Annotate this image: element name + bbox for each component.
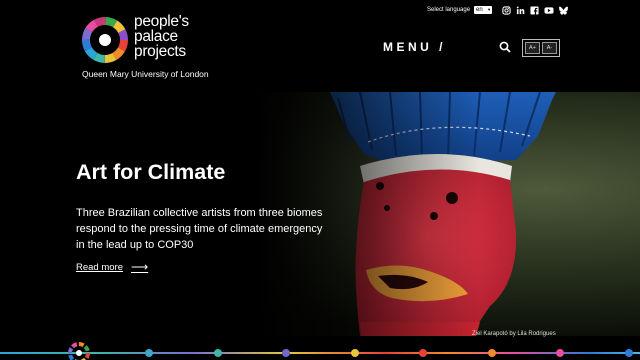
- slider-track: [0, 352, 640, 354]
- font-increase-button[interactable]: A+: [525, 42, 540, 54]
- slider-dot[interactable]: [351, 349, 359, 357]
- language-value: en: [476, 7, 483, 13]
- image-caption: Ziel Karapotó by Lila Rodrigues: [472, 331, 556, 337]
- arrow-right-icon: ⟶: [131, 260, 149, 274]
- font-size-controls: A+ A-: [522, 39, 560, 57]
- read-more-label: Read more: [76, 261, 123, 273]
- logo-ring-icon: [82, 17, 128, 63]
- logo-line-3: projects: [134, 43, 186, 60]
- menu-button[interactable]: MENU /: [383, 40, 446, 54]
- slider-dot[interactable]: [282, 349, 290, 357]
- slider-nav: [0, 340, 640, 360]
- read-more-link[interactable]: Read more ⟶: [76, 260, 148, 274]
- linkedin-icon[interactable]: [516, 6, 525, 15]
- logo-subtitle: Queen Mary University of London: [82, 69, 209, 79]
- site-header: people's palace projects Queen Mary Univ…: [0, 0, 640, 92]
- utility-bar: Select language en ▼: [427, 4, 568, 16]
- slider-dot[interactable]: [556, 349, 564, 357]
- instagram-icon[interactable]: [502, 5, 511, 15]
- slider-logo-icon[interactable]: [68, 342, 90, 360]
- language-select[interactable]: en ▼: [474, 6, 493, 14]
- search-icon[interactable]: [499, 41, 511, 53]
- chevron-down-icon: ▼: [487, 7, 492, 12]
- hero-title: Art for Climate: [76, 160, 226, 184]
- slider-dot[interactable]: [625, 349, 633, 357]
- logo-wordmark: people's palace projects: [134, 13, 189, 60]
- font-decrease-button[interactable]: A-: [542, 42, 557, 54]
- slider-dot[interactable]: [419, 349, 427, 357]
- site-logo[interactable]: people's palace projects Queen Mary Univ…: [80, 14, 210, 82]
- slider-dot[interactable]: [145, 349, 153, 357]
- language-label: Select language: [427, 7, 471, 13]
- bluesky-icon[interactable]: [559, 6, 568, 15]
- youtube-icon[interactable]: [544, 6, 554, 15]
- slider-dot[interactable]: [214, 349, 222, 357]
- slider-dot[interactable]: [488, 349, 496, 357]
- logo-line-1: people's: [134, 13, 189, 30]
- social-links: [502, 5, 568, 15]
- hero-description: Three Brazilian collective artists from …: [76, 207, 323, 251]
- logo-line-2: palace: [134, 28, 178, 45]
- facebook-icon[interactable]: [530, 5, 539, 15]
